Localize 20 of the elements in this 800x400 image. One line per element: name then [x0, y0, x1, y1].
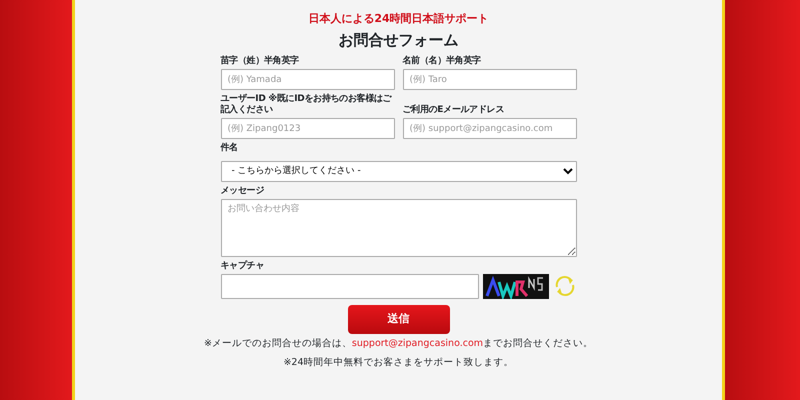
field-label: キャプチャ	[220, 260, 266, 272]
form-title: お問合せフォーム	[338, 30, 460, 50]
field-label: ユーザーID ※既にIDをお持ちのお客様はご記入ください	[220, 94, 393, 116]
text-field[interactable]: (例) Taro	[402, 69, 576, 90]
text-field[interactable]: (例) Zipang0123	[220, 118, 394, 139]
field-label: 名前（名）半角英字	[402, 56, 482, 67]
email-link[interactable]: support@zipangcasino.com	[352, 338, 484, 348]
support-note: ※24時間年中無料でお客さまをサポート致します。	[282, 356, 515, 368]
field-label: メッセージ	[220, 186, 266, 196]
email-note: ※メールでのお問合せの場合は、support@zipangcasino.com までお問合せください。	[202, 336, 594, 350]
tagline: 日本人による24時間日本語サポート	[307, 12, 490, 26]
subject-dropdown[interactable]: - こちらから選択してください -	[220, 160, 576, 182]
field-label: ご利用のEメールアドレス	[402, 105, 506, 116]
submit-button[interactable]: 送信	[348, 304, 450, 334]
text-field[interactable]: (例) support@zipangcasino.com	[402, 118, 576, 139]
message-field[interactable]: お問い合わせ内容	[220, 198, 576, 256]
field-label: 苗字（姓）半角英字	[220, 56, 300, 67]
field-label: 件名	[220, 143, 239, 154]
text-field[interactable]: (例) Yamada	[220, 69, 394, 90]
captcha-field[interactable]	[220, 274, 478, 298]
